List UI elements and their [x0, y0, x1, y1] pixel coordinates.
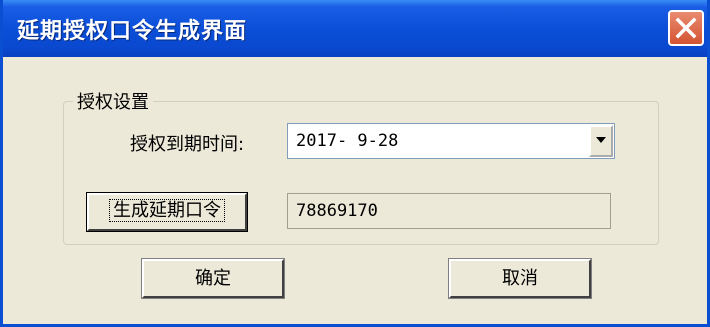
generate-token-button-label: 生成延期口令 [109, 199, 225, 222]
expiry-date-value: 2017- 9-28 [296, 131, 399, 151]
close-icon [675, 17, 697, 39]
ok-button[interactable]: 确定 [141, 258, 285, 299]
expiry-date-label: 授权到期时间: [130, 134, 245, 155]
token-field[interactable]: 78869170 [287, 193, 611, 229]
window-title: 延期授权口令生成界面 [17, 19, 248, 44]
cancel-button[interactable]: 取消 [448, 258, 592, 299]
close-button[interactable] [668, 10, 704, 46]
title-bar[interactable]: 延期授权口令生成界面 [3, 0, 707, 57]
dialog-window: 延期授权口令生成界面 授权设置 授权到期时间: 2017- 9-28 生成延期口… [0, 0, 710, 327]
chevron-down-icon [596, 137, 606, 143]
auth-settings-group-label: 授权设置 [73, 88, 153, 114]
expiry-date-dropdown-button[interactable] [589, 125, 613, 157]
generate-token-button[interactable]: 生成延期口令 [86, 192, 248, 232]
expiry-date-select[interactable]: 2017- 9-28 [287, 123, 615, 159]
token-value: 78869170 [296, 201, 378, 221]
